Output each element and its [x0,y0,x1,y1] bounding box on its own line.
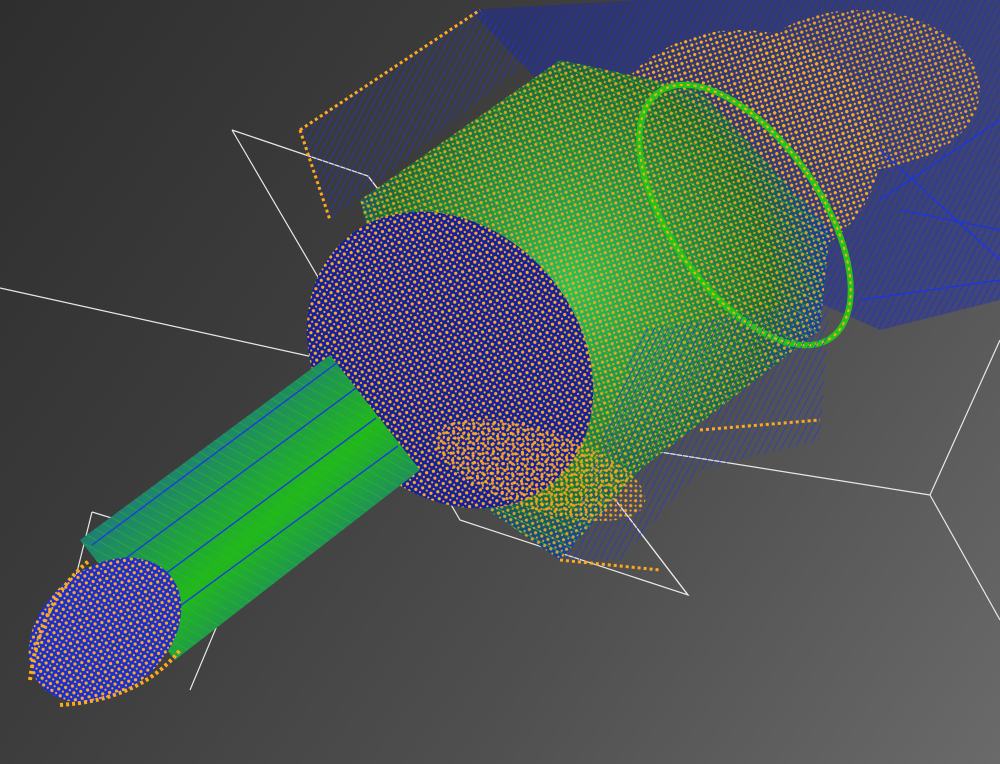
3d-viewport[interactable] [0,0,1000,764]
wireframe-scene [0,0,1000,707]
